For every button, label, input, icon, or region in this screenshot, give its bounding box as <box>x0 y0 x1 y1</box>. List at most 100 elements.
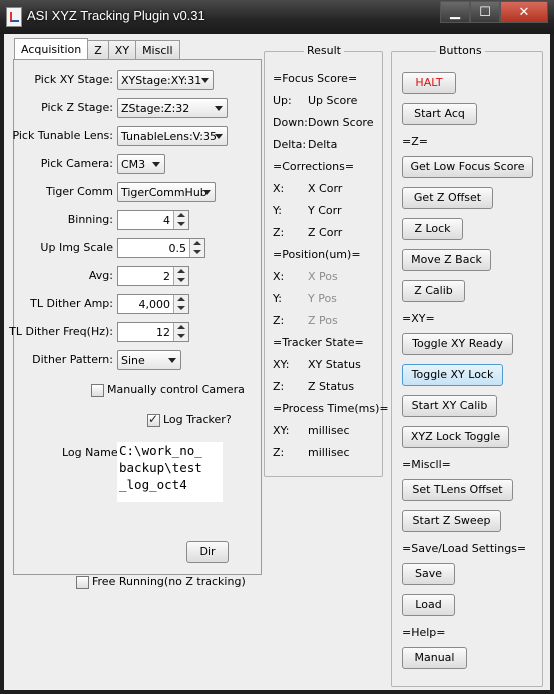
buttons-group: Buttons HALT Start Acq =Z= Get Low Focus… <box>391 44 543 687</box>
up-label: Up: <box>273 94 292 107</box>
avg-value: 2 <box>163 270 170 283</box>
xy-status-value: XY Status <box>308 358 361 371</box>
tab-z[interactable]: Z <box>87 40 109 60</box>
tab-xy[interactable]: XY <box>107 40 137 60</box>
dither-pattern-label: Dither Pattern: <box>32 353 113 366</box>
chevron-down-icon <box>152 162 160 167</box>
z-calib-button[interactable]: Z Calib <box>402 280 465 302</box>
xy-stage-value: XYStage:XY:31 <box>121 74 202 87</box>
y-pos-value: Y Pos <box>308 292 337 305</box>
toggle-xy-lock-button[interactable]: Toggle XY Lock <box>402 364 503 386</box>
buttons-title: Buttons <box>436 44 485 57</box>
java-app-icon <box>6 7 22 27</box>
result-title: Result <box>304 44 344 57</box>
save-button[interactable]: Save <box>402 563 455 585</box>
xyz-lock-toggle-button[interactable]: XYZ Lock Toggle <box>402 426 509 448</box>
tl-dither-amp-spinner[interactable]: 4,000 <box>117 294 189 314</box>
down-score-value: Down Score <box>308 116 374 129</box>
tl-dither-freq-value: 12 <box>156 326 170 339</box>
result-group: Result =Focus Score= Up: Up Score Down: … <box>264 44 389 477</box>
z-pos-label: Z: <box>273 314 285 327</box>
minimize-button[interactable]: ▁ <box>440 1 470 23</box>
log-name-field[interactable]: C:\work_no_ backup\test _log_oct4 <box>117 442 223 502</box>
dither-pattern-select[interactable]: Sine <box>117 350 181 370</box>
xy-stage-select[interactable]: XYStage:XY:31 <box>117 70 214 90</box>
spin-down-icon[interactable] <box>190 247 204 255</box>
tiger-comm-label: Tiger Comm <box>45 185 113 198</box>
spin-up-icon[interactable] <box>174 267 188 275</box>
dir-button[interactable]: Dir <box>186 541 229 563</box>
delta-label: Delta: <box>273 138 307 151</box>
get-z-offset-button[interactable]: Get Z Offset <box>402 187 493 209</box>
chevron-down-icon <box>215 106 223 111</box>
position-header: =Position(um)= <box>273 248 361 261</box>
spin-down-icon[interactable] <box>174 303 188 311</box>
window-client: Acquisition Z XY Miscll Pick XY Stage: X… <box>4 34 550 690</box>
title-bar: ASI XYZ Tracking Plugin v0.31 ▁ ☐ ✕ <box>0 0 554 34</box>
help-section-header: =Help= <box>402 626 446 639</box>
delta-value: Delta <box>308 138 338 151</box>
z-corr-value: Z Corr <box>308 226 343 239</box>
up-img-scale-spinner[interactable]: 0.5 <box>117 238 205 258</box>
tunable-lens-select[interactable]: TunableLens:V:35 <box>117 126 228 146</box>
load-button[interactable]: Load <box>402 594 455 616</box>
close-button[interactable]: ✕ <box>500 1 548 23</box>
move-z-back-button[interactable]: Move Z Back <box>402 249 491 271</box>
process-time-header: =Process Time(ms)= <box>273 402 389 415</box>
log-tracker-checkbox[interactable] <box>147 412 160 427</box>
focus-score-header: =Focus Score= <box>273 72 358 85</box>
tiger-comm-select[interactable]: TigerCommHub <box>117 182 216 202</box>
y-pos-label: Y: <box>273 292 282 305</box>
halt-button[interactable]: HALT <box>402 72 456 94</box>
tl-dither-freq-spinner[interactable]: 12 <box>117 322 189 342</box>
spin-up-icon[interactable] <box>174 295 188 303</box>
camera-value: CM3 <box>121 158 146 171</box>
free-running-label: Free Running(no Z tracking) <box>92 575 246 588</box>
spin-down-icon[interactable] <box>174 275 188 283</box>
camera-select[interactable]: CM3 <box>117 154 165 174</box>
z-status-label: Z: <box>273 380 285 393</box>
z-time-label: Z: <box>273 446 285 459</box>
z-lock-button[interactable]: Z Lock <box>402 218 463 240</box>
camera-label: Pick Camera: <box>40 157 113 170</box>
start-xy-calib-button[interactable]: Start XY Calib <box>402 395 497 417</box>
z-stage-label: Pick Z Stage: <box>41 101 113 114</box>
manual-camera-checkbox[interactable] <box>91 384 104 397</box>
log-name-line: _log_oct4 <box>119 477 187 492</box>
acquisition-panel: Pick XY Stage: XYStage:XY:31 Pick Z Stag… <box>9 59 262 589</box>
chevron-down-icon <box>203 190 211 195</box>
avg-spinner[interactable]: 2 <box>117 266 189 286</box>
tl-dither-amp-value: 4,000 <box>138 298 171 311</box>
binning-spinner[interactable]: 4 <box>117 210 189 230</box>
start-z-sweep-button[interactable]: Start Z Sweep <box>402 510 501 532</box>
spin-up-icon[interactable] <box>174 211 188 219</box>
set-tlens-offset-button[interactable]: Set TLens Offset <box>402 479 513 501</box>
spin-up-icon[interactable] <box>190 239 204 247</box>
xy-status-label: XY: <box>273 358 290 371</box>
free-running-checkbox[interactable] <box>76 576 89 589</box>
toggle-xy-ready-button[interactable]: Toggle XY Ready <box>402 333 513 355</box>
start-acq-button[interactable]: Start Acq <box>402 103 477 125</box>
tab-acquisition[interactable]: Acquisition <box>14 38 89 61</box>
tab-miscll[interactable]: Miscll <box>135 40 180 60</box>
xy-stage-label: Pick XY Stage: <box>34 73 113 86</box>
tunable-lens-value: TunableLens:V:35 <box>121 130 217 143</box>
spin-up-icon[interactable] <box>174 323 188 331</box>
maximize-button[interactable]: ☐ <box>470 1 500 23</box>
z-stage-select[interactable]: ZStage:Z:32 <box>117 98 228 118</box>
log-name-line: backup\test <box>119 460 202 475</box>
save-load-section-header: =Save/Load Settings= <box>402 542 527 555</box>
window-frame: Acquisition Z XY Miscll Pick XY Stage: X… <box>0 34 554 694</box>
spin-down-icon[interactable] <box>174 219 188 227</box>
manual-button[interactable]: Manual <box>402 647 467 669</box>
get-low-focus-score-button[interactable]: Get Low Focus Score <box>402 156 533 178</box>
tl-dither-freq-label: TL Dither Freq(Hz): <box>9 325 113 338</box>
binning-value: 4 <box>163 214 170 227</box>
x-pos-value: X Pos <box>308 270 338 283</box>
chevron-down-icon <box>215 134 223 139</box>
xy-time-value: millisec <box>308 424 350 437</box>
manual-camera-label: Manually control Camera <box>107 383 245 396</box>
spin-down-icon[interactable] <box>174 331 188 339</box>
up-score-value: Up Score <box>308 94 358 107</box>
down-label: Down: <box>273 116 308 129</box>
